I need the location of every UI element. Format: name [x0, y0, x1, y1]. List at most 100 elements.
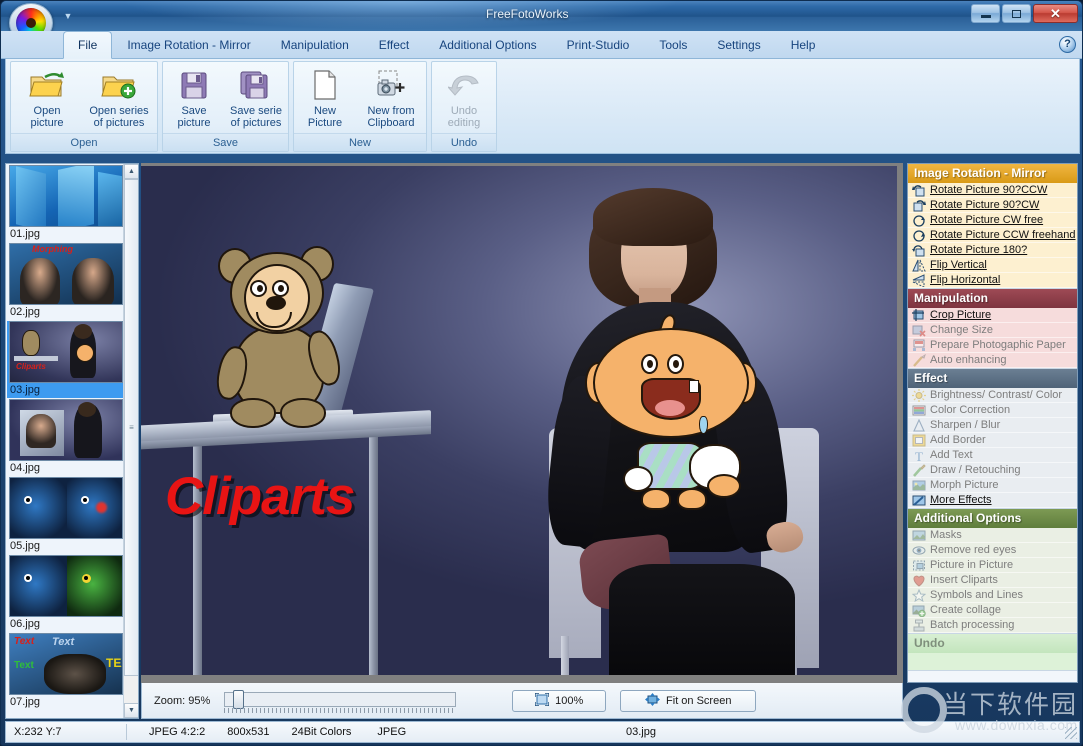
titlebar-glow	[121, 1, 681, 29]
sidebar-item-label: Rotate Picture 90?CW	[930, 199, 1040, 211]
tab-print-studio[interactable]: Print-Studio	[552, 31, 645, 59]
tab-manipulation[interactable]: Manipulation	[266, 31, 364, 59]
list-item[interactable]: Cliparts 03.jpg	[7, 321, 125, 398]
zoom-slider-track[interactable]	[224, 691, 457, 707]
sidebar-item-batch-processing[interactable]: Batch processing	[908, 618, 1077, 633]
sidebar-item-rotate-cw-free[interactable]: Rotate Picture CW free	[908, 213, 1077, 228]
more-effects-icon	[912, 494, 926, 507]
fit-on-screen-button[interactable]: Fit on Screen	[620, 689, 757, 712]
sharpen-icon	[912, 418, 926, 432]
sidebar-item-rotate-180[interactable]: Rotate Picture 180?	[908, 243, 1077, 258]
sidebar-item-change-size[interactable]: Change Size	[908, 323, 1077, 338]
close-button[interactable]: ✕	[1033, 4, 1078, 23]
window-title: FreeFotoWorks	[486, 7, 569, 21]
section-body-effect: Brightness/ Contrast/ Color Color Correc…	[908, 388, 1077, 509]
rotate-cw-free-icon	[912, 214, 926, 227]
resize-grip[interactable]	[1065, 727, 1077, 739]
open-series-button[interactable]: Open series of pictures	[83, 62, 155, 134]
flip-horizontal-icon	[912, 273, 926, 287]
quick-access-dropdown[interactable]: ▼	[61, 10, 75, 22]
sidebar-item-brightness-contrast-color[interactable]: Brightness/ Contrast/ Color	[908, 388, 1077, 403]
sidebar-item-create-collage[interactable]: Create collage	[908, 603, 1077, 618]
rotate-ccw-icon	[912, 184, 926, 197]
save-picture-button[interactable]: Save picture	[163, 62, 225, 134]
sidebar-item-auto-enhancing[interactable]: Auto enhancing	[908, 353, 1077, 368]
sidebar-item-add-border[interactable]: Add Border	[908, 433, 1077, 448]
sidebar-item-rotate-90-cw[interactable]: Rotate Picture 90?CW	[908, 198, 1077, 213]
sidebar-item-label: Add Border	[930, 434, 986, 446]
open-picture-button[interactable]: Open picture	[11, 62, 83, 134]
sidebar-item-label: Prepare Photogaphic Paper	[930, 339, 1066, 351]
sidebar-item-insert-cliparts[interactable]: Insert Cliparts	[908, 573, 1077, 588]
sidebar-item-more-effects[interactable]: More Effects	[908, 493, 1077, 508]
list-item[interactable]: Morphing 02.jpg	[7, 243, 125, 320]
list-item[interactable]: 01.jpg	[7, 165, 125, 242]
sidebar-item-symbols-and-lines[interactable]: Symbols and Lines	[908, 588, 1077, 603]
zoom-100-button[interactable]: 100%	[512, 689, 607, 712]
new-picture-button[interactable]: New Picture	[294, 62, 356, 134]
list-item[interactable]: 05.jpg	[7, 477, 125, 554]
sidebar-item-remove-red-eyes[interactable]: Remove red eyes	[908, 543, 1077, 558]
new-from-clipboard-button[interactable]: New from Clipboard	[356, 62, 426, 134]
sidebar-item-morph-picture[interactable]: Morph Picture	[908, 478, 1077, 493]
ribbon: Open picture Open series of pictures Ope…	[5, 59, 1080, 154]
tab-file[interactable]: File	[63, 31, 113, 59]
sidebar-item-masks[interactable]: Masks	[908, 528, 1077, 543]
save-series-button[interactable]: Save serie of pictures	[225, 62, 287, 134]
list-item[interactable]: 06.jpg	[7, 555, 125, 632]
list-item[interactable]: 04.jpg	[7, 399, 125, 476]
scrollbar-thumb[interactable]: ≡	[124, 179, 138, 676]
baby-drool-drop	[699, 416, 708, 434]
sidebar-item-label: Morph Picture	[930, 479, 999, 491]
zoom-slider-thumb[interactable]	[233, 689, 245, 709]
help-icon[interactable]: ?	[1059, 36, 1076, 53]
sidebar-item-rotate-90-ccw[interactable]: Rotate Picture 90?CCW	[908, 183, 1077, 198]
baby-pupil-left	[647, 360, 653, 368]
sidebar-item-sharpen-blur[interactable]: Sharpen / Blur	[908, 418, 1077, 433]
woman-hair-front	[593, 188, 713, 246]
chair-leg	[561, 636, 569, 675]
image-canvas[interactable]: Cliparts	[141, 163, 903, 683]
teddy-bear-clipart	[212, 238, 346, 438]
thumbnail-image	[9, 555, 123, 617]
baby-tooth	[689, 380, 699, 393]
thumbnail-image	[9, 399, 123, 461]
ribbon-group-save: Save picture Save serie of pictures Save	[162, 61, 289, 152]
undo-editing-button[interactable]: Undo editing	[432, 62, 496, 134]
tab-help[interactable]: Help	[776, 31, 831, 59]
sidebar-item-flip-horizontal[interactable]: Flip Horizontal	[908, 273, 1077, 288]
scroll-up-arrow-icon[interactable]: ▲	[124, 164, 138, 179]
sidebar-item-color-correction[interactable]: Color Correction	[908, 403, 1077, 418]
tab-tools[interactable]: Tools	[644, 31, 702, 59]
tab-image-rotation-mirror[interactable]: Image Rotation - Mirror	[112, 31, 265, 59]
tab-settings[interactable]: Settings	[702, 31, 775, 59]
open-series-label: Open series of pictures	[89, 105, 149, 129]
baby-foot-right	[677, 488, 707, 510]
thumbnail-scrollbar[interactable]: ▲ ≡ ▼	[123, 164, 138, 718]
tab-effect[interactable]: Effect	[364, 31, 424, 59]
section-body-undo	[908, 653, 1077, 671]
tab-additional-options[interactable]: Additional Options	[424, 31, 551, 59]
scroll-down-arrow-icon[interactable]: ▼	[124, 703, 138, 718]
sidebar-item-add-text[interactable]: T Add Text	[908, 448, 1077, 463]
rotate-cw-icon	[912, 199, 926, 212]
ribbon-tabs: File Image Rotation - Mirror Manipulatio…	[63, 31, 830, 59]
list-item[interactable]: Text Text Text TEXT 07.jpg	[7, 633, 125, 710]
sidebar-item-flip-vertical[interactable]: Flip Vertical	[908, 258, 1077, 273]
bear-pupil-right	[278, 285, 284, 292]
minimize-button[interactable]	[971, 4, 1000, 23]
thumbnail-pane[interactable]: 01.jpg Morphing 02.jpg Cliparts 03.jpg 0…	[5, 163, 139, 719]
bear-pupil-left	[257, 285, 263, 292]
sidebar-item-rotate-ccw-freehand[interactable]: Rotate Picture CCW freehand	[908, 228, 1077, 243]
zoom-slider[interactable]	[224, 689, 457, 713]
sidebar-item-label: Picture in Picture	[930, 559, 1014, 571]
sidebar-item-draw-retouching[interactable]: Draw / Retouching	[908, 463, 1077, 478]
sidebar-item-crop-picture[interactable]: Crop Picture	[908, 308, 1077, 323]
ribbon-group-label-new: New	[294, 133, 426, 151]
section-body-additional-options: Masks Remove red eyes Picture in Picture…	[908, 528, 1077, 634]
new-picture-label: New Picture	[307, 105, 343, 129]
maximize-button[interactable]	[1002, 4, 1031, 23]
undo-arrow-icon	[448, 68, 480, 102]
sidebar-item-prepare-photographic-paper[interactable]: Prepare Photogaphic Paper	[908, 338, 1077, 353]
sidebar-item-picture-in-picture[interactable]: Picture in Picture	[908, 558, 1077, 573]
